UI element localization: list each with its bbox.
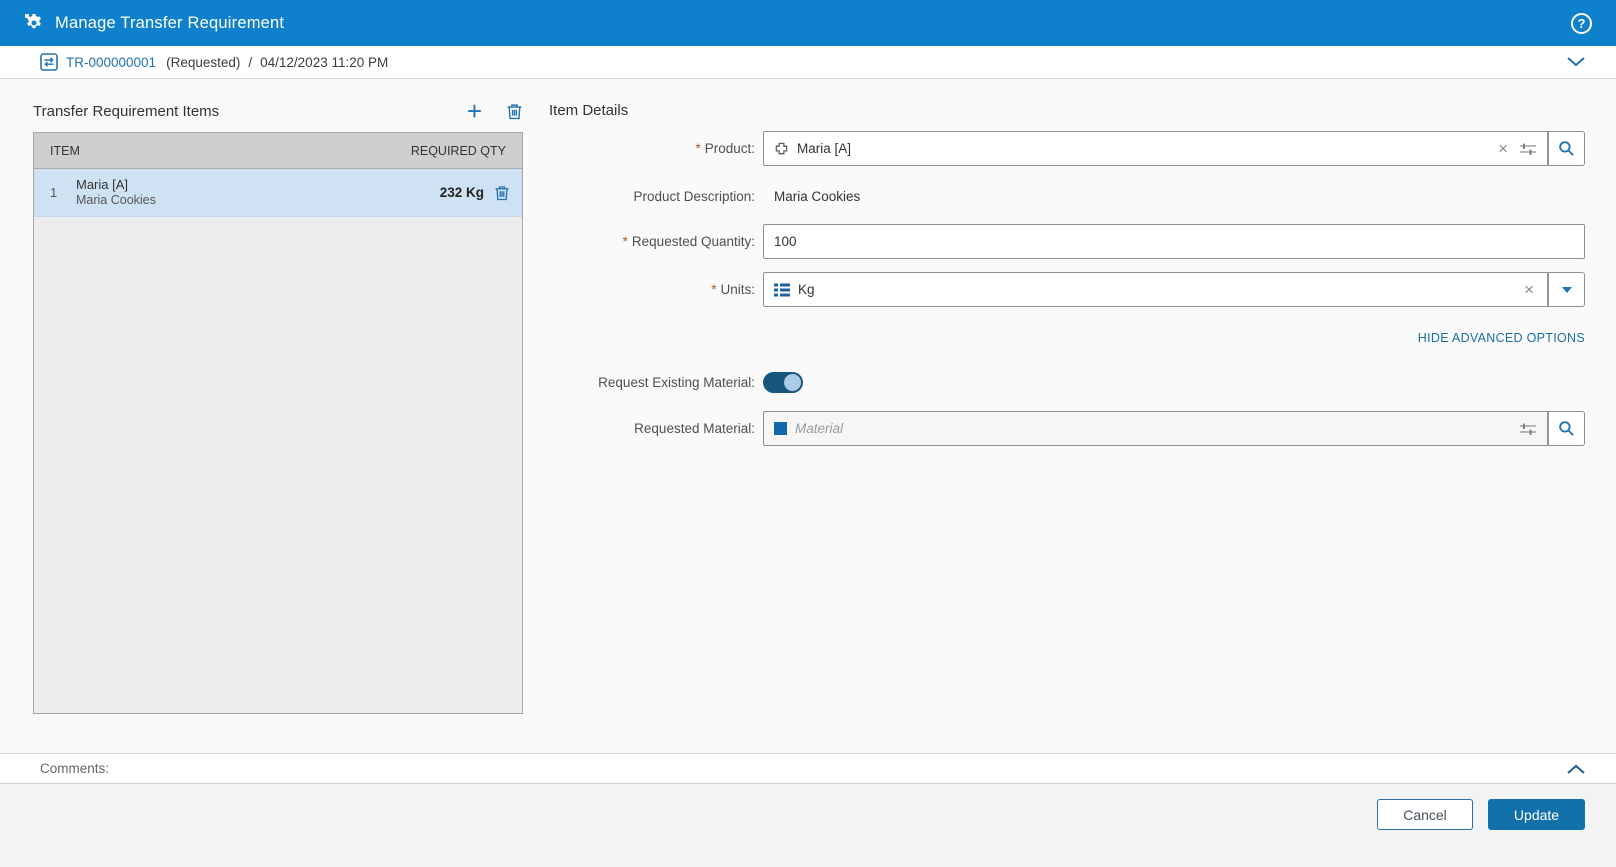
table-row[interactable]: 1 Maria [A] Maria Cookies 232 Kg	[34, 169, 522, 217]
product-label: Product:	[704, 141, 755, 156]
comments-section[interactable]: Comments:	[0, 753, 1616, 784]
row-trash-icon[interactable]	[494, 185, 510, 201]
row-product-name: Maria [A]	[76, 176, 129, 192]
product-description-row: Product Description: Maria Cookies	[549, 186, 1585, 206]
row-number: 1	[50, 185, 58, 200]
request-existing-material-toggle[interactable]	[763, 371, 803, 393]
help-icon[interactable]: ?	[1571, 12, 1592, 34]
gear-icon	[24, 13, 44, 33]
requested-material-row: Requested Material:	[549, 411, 1585, 446]
item-details-panel: Item Details * Product: Maria [A] × Prod…	[549, 78, 1585, 738]
row-product-description: Maria Cookies	[76, 192, 156, 207]
column-item: ITEM	[50, 143, 80, 158]
product-clear-icon[interactable]: ×	[1495, 140, 1511, 157]
product-icon	[774, 141, 789, 156]
cancel-button[interactable]: Cancel	[1377, 799, 1473, 830]
search-icon	[1558, 420, 1575, 437]
request-existing-material-row: Request Existing Material:	[549, 369, 1585, 395]
breadcrumb: TR-000000001 (Requested) / 04/12/2023 11…	[0, 46, 1616, 79]
status-text: (Requested)	[166, 54, 241, 70]
material-search-button[interactable]	[1548, 411, 1585, 446]
comments-label: Comments:	[40, 761, 110, 776]
requested-quantity-row: * Requested Quantity:	[549, 224, 1585, 259]
transfer-icon	[40, 53, 58, 71]
units-clear-icon[interactable]: ×	[1521, 281, 1537, 298]
items-table: ITEM REQUIRED QTY 1 Maria [A] Maria Cook…	[33, 132, 523, 714]
material-icon	[774, 422, 787, 435]
units-row: * Units: Kg ×	[549, 272, 1585, 307]
units-dropdown-button[interactable]	[1548, 272, 1585, 307]
product-row: * Product: Maria [A] ×	[549, 131, 1585, 166]
requested-material-label: Requested Material:	[634, 421, 755, 436]
update-button[interactable]: Update	[1488, 799, 1585, 830]
item-details-title: Item Details	[549, 102, 629, 119]
product-field[interactable]: Maria [A] ×	[763, 131, 1548, 166]
product-filter-icon[interactable]	[1519, 142, 1537, 156]
timestamp: 04/12/2023 11:20 PM	[260, 54, 389, 70]
breadcrumb-separator: /	[248, 54, 253, 70]
product-value: Maria [A]	[797, 141, 852, 156]
chevron-down-icon	[1561, 286, 1572, 293]
requested-material-input[interactable]	[795, 421, 1511, 436]
product-description-value: Maria Cookies	[774, 188, 861, 204]
requested-quantity-label: Requested Quantity:	[631, 234, 755, 249]
units-label: Units:	[720, 282, 755, 297]
page-title: Manage Transfer Requirement	[55, 13, 285, 32]
row-required-qty: 232 Kg	[439, 185, 484, 200]
required-marker: *	[711, 282, 717, 297]
required-marker: *	[622, 234, 628, 249]
delete-items-button[interactable]	[506, 103, 523, 120]
product-description-label: Product Description:	[633, 188, 755, 204]
units-field[interactable]: Kg ×	[763, 272, 1548, 307]
comments-chevron-up-icon[interactable]	[1567, 764, 1585, 774]
items-panel-header: Transfer Requirement Items +	[33, 98, 523, 124]
transfer-requirement-link[interactable]: TR-000000001	[66, 55, 156, 70]
column-required-qty: REQUIRED QTY	[410, 143, 506, 158]
search-icon	[1558, 140, 1575, 157]
request-existing-material-label: Request Existing Material:	[598, 374, 755, 390]
units-value: Kg	[798, 282, 815, 297]
required-marker: *	[695, 141, 701, 156]
add-item-button[interactable]: +	[465, 98, 484, 124]
material-filter-icon[interactable]	[1519, 422, 1537, 436]
requested-quantity-input[interactable]	[763, 224, 1585, 259]
app-header: Manage Transfer Requirement ?	[0, 0, 1616, 46]
items-table-header: ITEM REQUIRED QTY	[34, 133, 522, 169]
footer-bar: Cancel Update	[0, 784, 1616, 867]
requested-material-field[interactable]	[763, 411, 1548, 446]
items-panel-title: Transfer Requirement Items	[33, 102, 220, 120]
hide-advanced-options-link[interactable]: HIDE ADVANCED OPTIONS	[1418, 331, 1585, 345]
units-list-icon	[774, 283, 790, 297]
collapse-header-chevron-down-icon[interactable]	[1567, 57, 1585, 67]
product-search-button[interactable]	[1548, 131, 1585, 166]
